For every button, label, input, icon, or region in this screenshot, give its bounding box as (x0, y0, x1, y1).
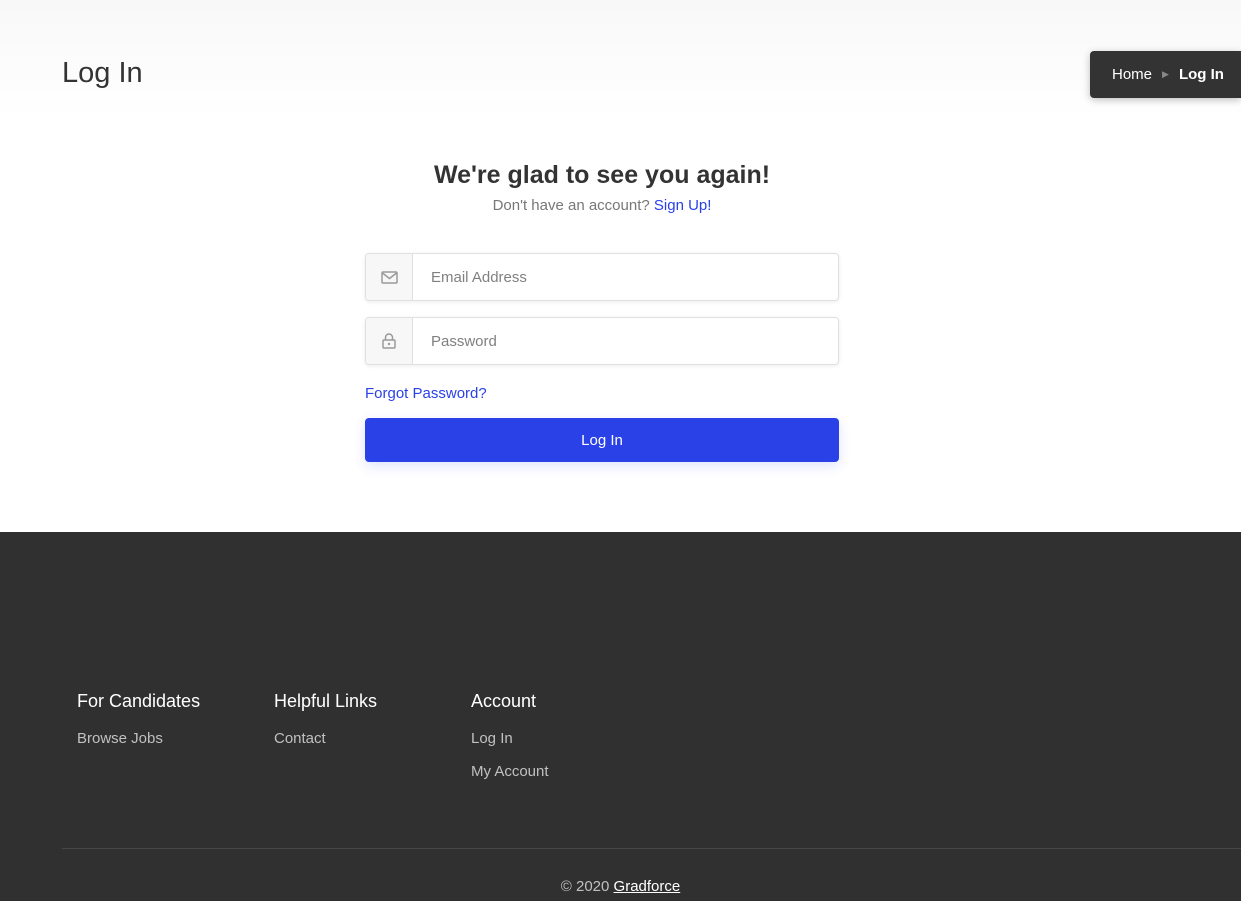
email-input[interactable] (413, 254, 838, 300)
password-field (365, 317, 839, 365)
footer-link-browse-jobs[interactable]: Browse Jobs (77, 730, 163, 747)
signup-prompt-text: Don't have an account? (492, 197, 650, 214)
login-page: Log In Home ▶ Log In We're glad to see y… (0, 0, 1241, 901)
footer-link-my-account[interactable]: My Account (471, 763, 549, 780)
footer-column-helpful-links: Helpful Links Contact (274, 689, 377, 762)
password-icon-box (366, 318, 413, 364)
lock-icon (382, 333, 396, 349)
copyright-text: © 2020 (560, 878, 610, 895)
forgot-password-link[interactable]: Forgot Password? (365, 384, 487, 404)
breadcrumb: Home ▶ Log In (1090, 51, 1241, 98)
footer-link-contact[interactable]: Contact (274, 730, 326, 747)
email-field (365, 253, 839, 301)
breadcrumb-home-link[interactable]: Home (1112, 66, 1152, 83)
breadcrumb-current: Log In (1178, 66, 1224, 83)
login-headline: We're glad to see you again! (433, 161, 771, 189)
footer-divider (62, 848, 1241, 849)
footer-column-title: For Candidates (77, 691, 201, 711)
breadcrumb-separator-icon: ▶ (1162, 69, 1169, 79)
footer-link-log-in[interactable]: Log In (471, 730, 513, 747)
footer-column-candidates: For Candidates Browse Jobs (77, 689, 200, 762)
brand-link[interactable]: Gradforce (614, 878, 681, 895)
mail-icon (380, 270, 398, 284)
email-icon-box (366, 254, 413, 300)
login-button[interactable]: Log In (365, 418, 839, 462)
footer-column-title: Account (471, 691, 537, 711)
page-title: Log In (62, 57, 143, 89)
signup-link[interactable]: Sign Up! (654, 197, 712, 214)
title-bar: Log In Home ▶ Log In (0, 0, 1241, 120)
footer: For Candidates Browse Jobs Helpful Links… (0, 532, 1241, 901)
footer-column-account: Account Log In My Account (471, 689, 549, 795)
login-form: We're glad to see you again! Don't have … (365, 158, 839, 462)
password-input[interactable] (413, 318, 838, 364)
signup-prompt: Don't have an account? Sign Up! (365, 196, 839, 216)
footer-column-title: Helpful Links (274, 691, 378, 711)
copyright: © 2020 Gradforce (0, 877, 1241, 897)
